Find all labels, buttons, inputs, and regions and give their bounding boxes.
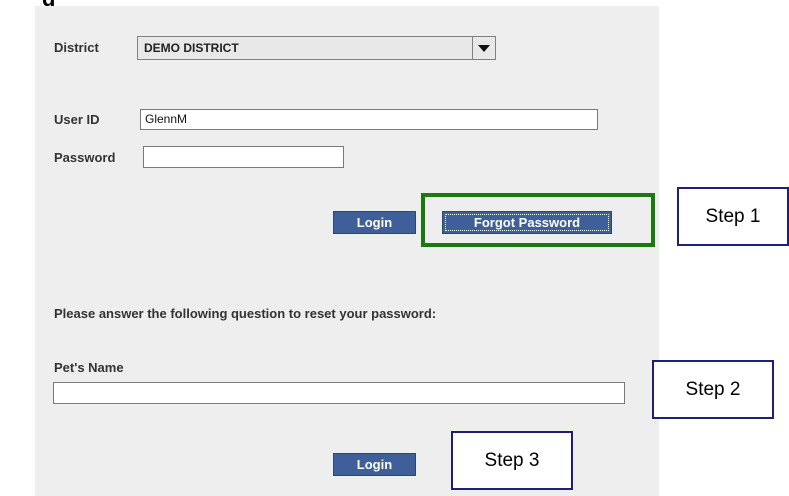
userid-input[interactable]: GlennM: [140, 109, 598, 130]
login-panel: [35, 6, 659, 496]
step2-callout: Step 2: [652, 360, 774, 419]
reset-instruction: Please answer the following question to …: [54, 306, 437, 321]
district-select[interactable]: DEMO DISTRICT: [137, 36, 496, 60]
district-select-value: DEMO DISTRICT: [144, 41, 239, 55]
reset-login-button[interactable]: Login: [333, 453, 416, 476]
chevron-down-icon[interactable]: [478, 45, 490, 52]
login-button[interactable]: Login: [333, 211, 416, 234]
password-input[interactable]: [143, 146, 344, 168]
password-label: Password: [54, 150, 116, 165]
step1-callout: Step 1: [677, 187, 789, 246]
step1-highlight-box: [421, 193, 655, 247]
step3-callout: Step 3: [451, 431, 573, 490]
district-label: District: [54, 40, 99, 55]
pet-name-input[interactable]: [53, 382, 625, 404]
userid-label: User ID: [54, 112, 100, 127]
pet-name-label: Pet's Name: [54, 360, 124, 375]
select-divider: [472, 37, 473, 59]
